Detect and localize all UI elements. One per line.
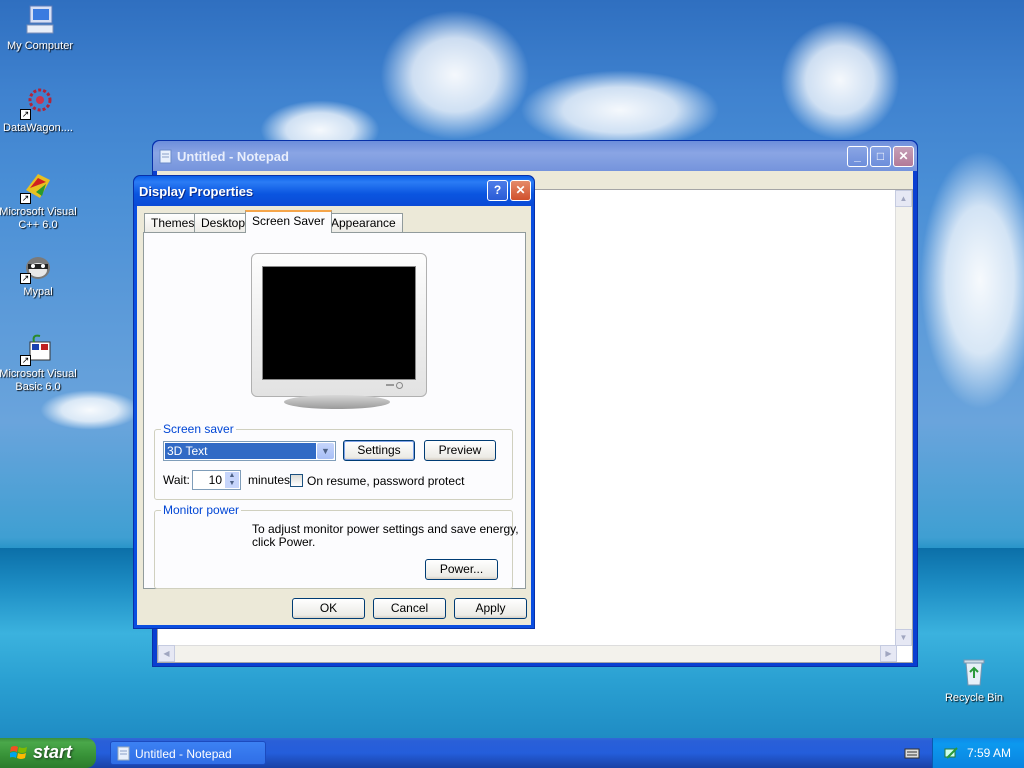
desktop-icon-visual-cpp[interactable]: ↗ Microsoft Visual C++ 6.0 [0, 170, 78, 232]
notepad-title: Untitled - Notepad [177, 149, 289, 164]
scroll-down-button[interactable]: ▼ [895, 629, 912, 646]
visual-basic-icon: ↗ [20, 332, 54, 366]
scroll-up-button[interactable]: ▲ [895, 190, 912, 207]
display-properties-dialog[interactable]: Display Properties ? ✕ Themes Desktop Sc… [133, 175, 535, 629]
monitor-preview [251, 253, 427, 397]
screen-saver-selected-value: 3D Text [165, 443, 316, 459]
tab-screen-saver[interactable]: Screen Saver [245, 210, 332, 233]
monitor-vent [386, 384, 394, 386]
cloud [40, 390, 140, 430]
cloud [780, 20, 900, 140]
settings-button[interactable]: Settings [343, 440, 415, 461]
desktop-icon-datawagon[interactable]: ↗ DataWagon.... [0, 86, 78, 134]
preview-button[interactable]: Preview [424, 440, 496, 461]
keyboard-icon[interactable] [904, 746, 920, 763]
password-protect-label[interactable]: On resume, password protect [307, 474, 464, 488]
maximize-icon: □ [876, 149, 885, 163]
dialog-titlebar[interactable]: Display Properties ? ✕ [134, 176, 534, 206]
monitor-screen [262, 266, 416, 380]
notepad-titlebar[interactable]: Untitled - Notepad _ □ ✕ [153, 141, 917, 171]
spin-up-icon[interactable]: ▲ [225, 472, 239, 480]
desktop-icon-label: My Computer [6, 40, 74, 52]
recycle-bin-icon [958, 656, 990, 688]
shortcut-arrow-icon: ↗ [20, 109, 31, 120]
desktop-icon-my-computer[interactable]: My Computer [0, 4, 80, 52]
desktop-icon-label: Mypal [23, 286, 53, 298]
tab-appearance[interactable]: Appearance [324, 213, 403, 232]
apply-button[interactable]: Apply [454, 598, 527, 619]
cloud [380, 10, 530, 140]
shortcut-arrow-icon: ↗ [20, 273, 31, 284]
shortcut-arrow-icon: ↗ [20, 355, 31, 366]
taskbar: start Untitled - Notepad 7:59 AM [0, 738, 1024, 768]
my-computer-icon [24, 4, 56, 36]
minimize-icon: _ [854, 149, 861, 163]
network-icon[interactable] [943, 745, 959, 764]
notepad-app-icon [159, 148, 173, 167]
visual-cpp-icon: ↗ [20, 170, 54, 204]
tab-desktop[interactable]: Desktop [194, 213, 253, 232]
desktop-icon-visual-basic[interactable]: ↗ Microsoft Visual Basic 6.0 [0, 332, 78, 394]
power-led-icon [396, 382, 403, 389]
password-protect-checkbox[interactable] [290, 474, 303, 487]
close-icon: ✕ [898, 149, 909, 163]
clock[interactable]: 7:59 AM [967, 746, 1011, 760]
dialog-close-button[interactable]: ✕ [510, 180, 531, 201]
spin-down-icon[interactable]: ▼ [225, 480, 239, 488]
cloud [920, 150, 1024, 410]
mypal-icon: ↗ [20, 250, 54, 284]
tab-themes[interactable]: Themes [144, 213, 202, 232]
taskbar-notepad-label: Untitled - Notepad [135, 747, 232, 761]
horizontal-scrollbar[interactable]: ◀ ▶ [158, 645, 897, 662]
screen-saver-select[interactable]: 3D Text ▼ [163, 441, 336, 461]
datawagon-icon: ↗ [20, 86, 54, 120]
screen-saver-group: Screen saver 3D Text ▼ Settings Preview … [154, 422, 513, 500]
notepad-icon [117, 746, 130, 764]
desktop-icon-mypal[interactable]: ↗ Mypal [0, 250, 78, 298]
wait-minutes-spinner[interactable]: 10 ▲ ▼ [192, 470, 241, 490]
desktop-icon-label: Microsoft Visual Basic 6.0 [0, 368, 77, 393]
monitor-power-group: Monitor power To adjust monitor power se… [154, 503, 519, 589]
monitor-power-text-line2: click Power. [252, 535, 316, 549]
monitor-stand [284, 395, 390, 409]
scroll-left-button[interactable]: ◀ [158, 645, 175, 662]
monitor-power-group-label: Monitor power [161, 503, 242, 517]
help-button[interactable]: ? [487, 180, 508, 201]
vertical-scrollbar[interactable]: ▲ ▼ [895, 190, 912, 646]
taskbar-notepad-button[interactable]: Untitled - Notepad [110, 741, 266, 765]
dialog-body: Themes Desktop Screen Saver Appearance S… [137, 206, 531, 625]
system-tray: 7:59 AM [932, 738, 1024, 768]
desktop-icon-label: Microsoft Visual C++ 6.0 [0, 206, 77, 231]
windows-logo-icon [9, 744, 28, 767]
start-label: start [33, 742, 73, 762]
cancel-button[interactable]: Cancel [373, 598, 446, 619]
power-button[interactable]: Power... [425, 559, 498, 580]
monitor-power-text-line1: To adjust monitor power settings and sav… [252, 522, 519, 536]
ok-button[interactable]: OK [292, 598, 365, 619]
screen-saver-panel: Screen saver 3D Text ▼ Settings Preview … [143, 232, 526, 589]
screen-saver-group-label: Screen saver [161, 422, 236, 436]
minutes-label: minutes [248, 473, 291, 487]
desktop-icon-recycle-bin[interactable]: Recycle Bin [934, 656, 1014, 704]
help-icon: ? [493, 183, 502, 197]
close-icon: ✕ [515, 183, 526, 197]
minimize-button[interactable]: _ [847, 146, 868, 167]
desktop-icon-label: DataWagon.... [3, 122, 73, 134]
chevron-down-icon[interactable]: ▼ [317, 443, 334, 459]
wait-label: Wait: [163, 473, 190, 487]
close-button[interactable]: ✕ [893, 146, 914, 167]
wait-minutes-value: 10 [208, 473, 222, 487]
maximize-button[interactable]: □ [870, 146, 891, 167]
start-button[interactable]: start [0, 738, 96, 768]
shortcut-arrow-icon: ↗ [20, 193, 31, 204]
cloud [520, 70, 720, 150]
desktop-icon-label: Recycle Bin [944, 692, 1004, 704]
scroll-right-button[interactable]: ▶ [880, 645, 897, 662]
dialog-title: Display Properties [139, 184, 254, 199]
